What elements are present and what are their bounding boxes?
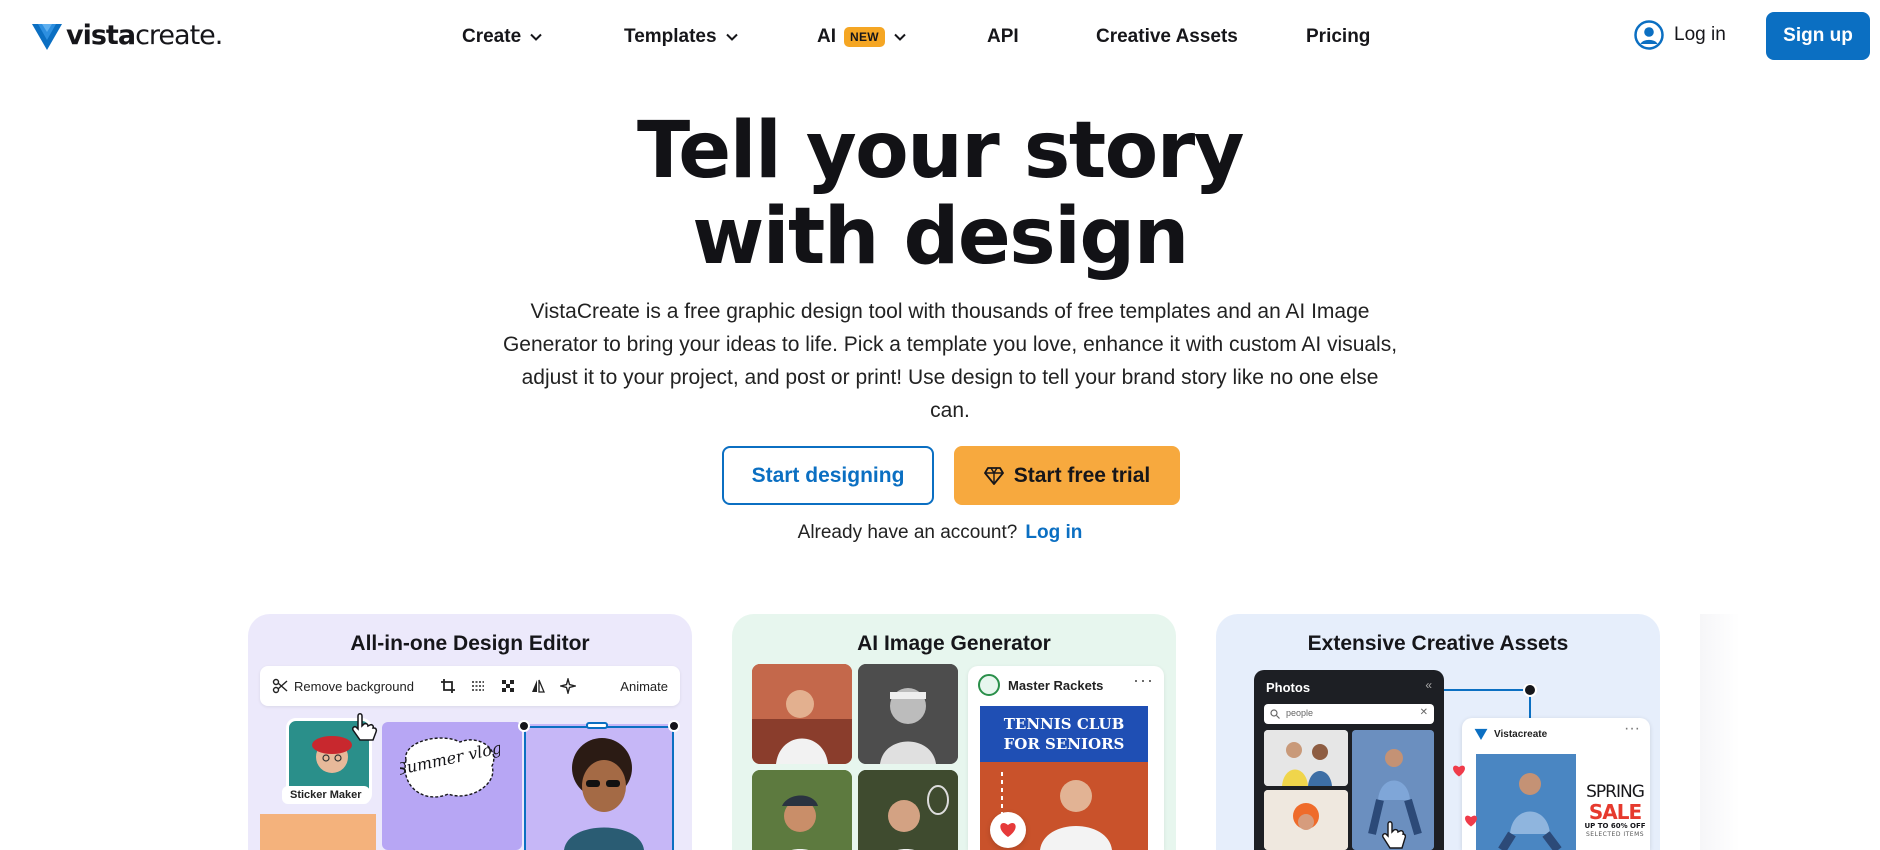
post-header: Vistacreate [1474,728,1547,740]
heart-icon [1465,815,1477,827]
photos-panel-title: Photos [1266,680,1311,695]
heart-icon [1000,823,1016,837]
vistacreate-logo-icon [32,23,62,50]
remove-background-label: Remove background [294,678,414,694]
nav-ai[interactable]: AI NEW [817,22,907,52]
clear-search-icon[interactable]: ✕ [1420,707,1428,718]
photos-panel: Photos « people ✕ [1254,670,1444,850]
hand-cursor-icon [1382,821,1406,849]
heart-icon [1453,765,1465,777]
summer-vlog-sticker: Summer vlog [400,737,500,798]
chevron-down-icon [894,33,906,41]
site-header: vistacreate. Create Templates AI NEW API… [0,0,1880,72]
sticker-maker-label: Sticker Maker [282,786,370,804]
sparkle-icon[interactable] [559,678,576,694]
resize-handle[interactable] [518,720,530,732]
scissors-icon [272,678,288,694]
master-rackets-avatar [978,674,1000,696]
post-account-name: Vistacreate [1494,728,1548,740]
login-label: Log in [1674,24,1726,45]
start-free-trial-button[interactable]: Start free trial [954,446,1180,505]
post-header: Master Rackets [978,674,1103,696]
stock-photo[interactable] [1264,790,1348,850]
poster-title: TENNIS CLUB FOR SENIORS [980,714,1148,754]
more-options-icon[interactable]: ··· [1624,720,1640,738]
nav-api[interactable]: API [987,22,1019,52]
nav-pricing-label: Pricing [1306,26,1371,47]
vistacreate-logo[interactable]: vistacreate. [32,20,223,51]
start-designing-button[interactable]: Start designing [722,446,934,505]
header-login[interactable]: Log in [1634,20,1726,50]
nav-create-label: Create [462,26,522,47]
hand-cursor-icon [352,713,378,741]
nav-api-label: API [987,26,1019,47]
like-button[interactable] [990,812,1026,848]
hero-description: VistaCreate is a free graphic design too… [502,300,1398,422]
signup-button[interactable]: Sign up [1766,12,1870,60]
vistacreate-post-preview[interactable]: Vistacreate ··· SPRING SALE UP TO 60% OF… [1462,718,1650,850]
remove-background-tool[interactable]: Remove background [272,678,414,694]
resize-handle[interactable] [586,722,608,729]
selection-box[interactable] [524,726,674,850]
nav-templates[interactable]: Templates [624,22,739,52]
transparency-icon[interactable] [500,678,516,694]
promo-line-1: SPRING [1586,782,1645,802]
promo-line-4: SELECTED ITEMS [1585,831,1645,838]
promo-line-3: UP TO 60% OFF [1584,822,1646,830]
feature-card-creative-assets[interactable]: Extensive Creative Assets Photos « peopl… [1216,614,1660,850]
poster-title-line-1: TENNIS CLUB [1003,715,1125,733]
search-value: people [1286,708,1314,718]
search-icon [1270,709,1280,719]
vistacreate-logo-icon [1474,728,1488,740]
generated-image[interactable] [752,664,852,764]
ai-image-grid [752,664,962,850]
account-prompt: Already have an account? Log in [600,522,1280,544]
feature-card-design-editor[interactable]: All-in-one Design Editor Remove backgrou… [248,614,692,850]
collapse-icon[interactable]: « [1425,678,1432,692]
diamond-icon [983,466,1004,485]
nav-creative-assets[interactable]: Creative Assets [1096,22,1238,52]
editor-toolbar: Remove background Animate [260,666,680,706]
nav-ai-label: AI [817,26,836,47]
resize-handle[interactable] [668,720,680,732]
account-prompt-text: Already have an account? [797,522,1018,543]
logo-wordmark: vistacreate. [66,20,223,51]
hero-title-line-1: Tell your story [636,106,1245,196]
card-title: Extensive Creative Assets [1307,632,1569,655]
photos-search-input[interactable]: people ✕ [1264,704,1434,724]
feature-card-ai-image-generator[interactable]: AI Image Generator Master Rackets ··· TE… [732,614,1176,850]
card-title: AI Image Generator [857,632,1051,655]
flip-icon[interactable] [530,678,546,694]
animate-tool[interactable]: Animate [620,679,668,694]
crop-icon[interactable] [440,678,456,694]
post-account-name: Master Rackets [1008,677,1104,693]
new-badge: NEW [844,27,885,47]
more-options-icon[interactable]: ··· [1133,670,1154,691]
account-login-link[interactable]: Log in [1025,522,1082,543]
photo-thumbnail [260,814,376,850]
chevron-down-icon [725,33,738,41]
user-icon [1634,20,1664,50]
start-free-trial-label: Start free trial [1013,463,1151,487]
spring-sale-text: SPRING SALE UP TO 60% OFF SELECTED ITEMS [1584,782,1646,839]
generated-image[interactable] [752,770,852,850]
adjust-icon[interactable] [470,678,486,694]
chevron-down-icon [530,33,542,41]
promo-photo [1476,754,1576,850]
hero-title: Tell your story with design [440,108,1440,280]
next-card-peek [1700,614,1740,850]
generated-image[interactable] [858,770,958,850]
nav-templates-label: Templates [624,26,717,47]
poster-title-line-2: FOR SENIORS [1003,735,1125,753]
stock-photo[interactable] [1264,730,1348,786]
generated-image[interactable] [858,664,958,764]
nav-pricing[interactable]: Pricing [1306,22,1370,52]
card-title: All-in-one Design Editor [350,632,590,655]
nav-creative-assets-label: Creative Assets [1096,26,1238,47]
hero-title-line-2: with design [692,192,1189,282]
nav-create[interactable]: Create [462,22,543,52]
promo-line-2: SALE [1588,800,1642,824]
